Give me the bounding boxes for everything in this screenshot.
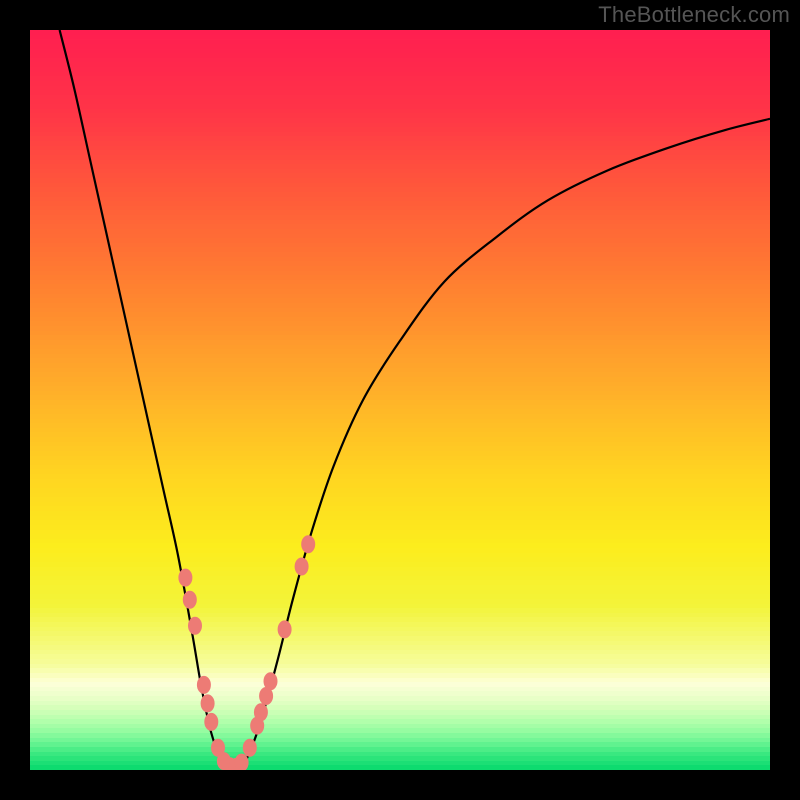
- data-point: [204, 713, 218, 731]
- data-point: [178, 569, 192, 587]
- data-point: [201, 694, 215, 712]
- data-point: [264, 672, 278, 690]
- data-point: [188, 617, 202, 635]
- data-point: [197, 676, 211, 694]
- bottleneck-curve: [60, 30, 770, 770]
- data-point: [254, 703, 268, 721]
- curve-layer: [30, 30, 770, 770]
- data-point: [243, 739, 257, 757]
- data-point: [301, 535, 315, 553]
- data-point: [278, 620, 292, 638]
- chart-frame: TheBottleneck.com: [0, 0, 800, 800]
- source-watermark: TheBottleneck.com: [598, 2, 790, 28]
- data-point: [235, 754, 249, 770]
- data-points-group: [178, 535, 315, 770]
- data-point: [295, 558, 309, 576]
- plot-area: [30, 30, 770, 770]
- data-point: [183, 591, 197, 609]
